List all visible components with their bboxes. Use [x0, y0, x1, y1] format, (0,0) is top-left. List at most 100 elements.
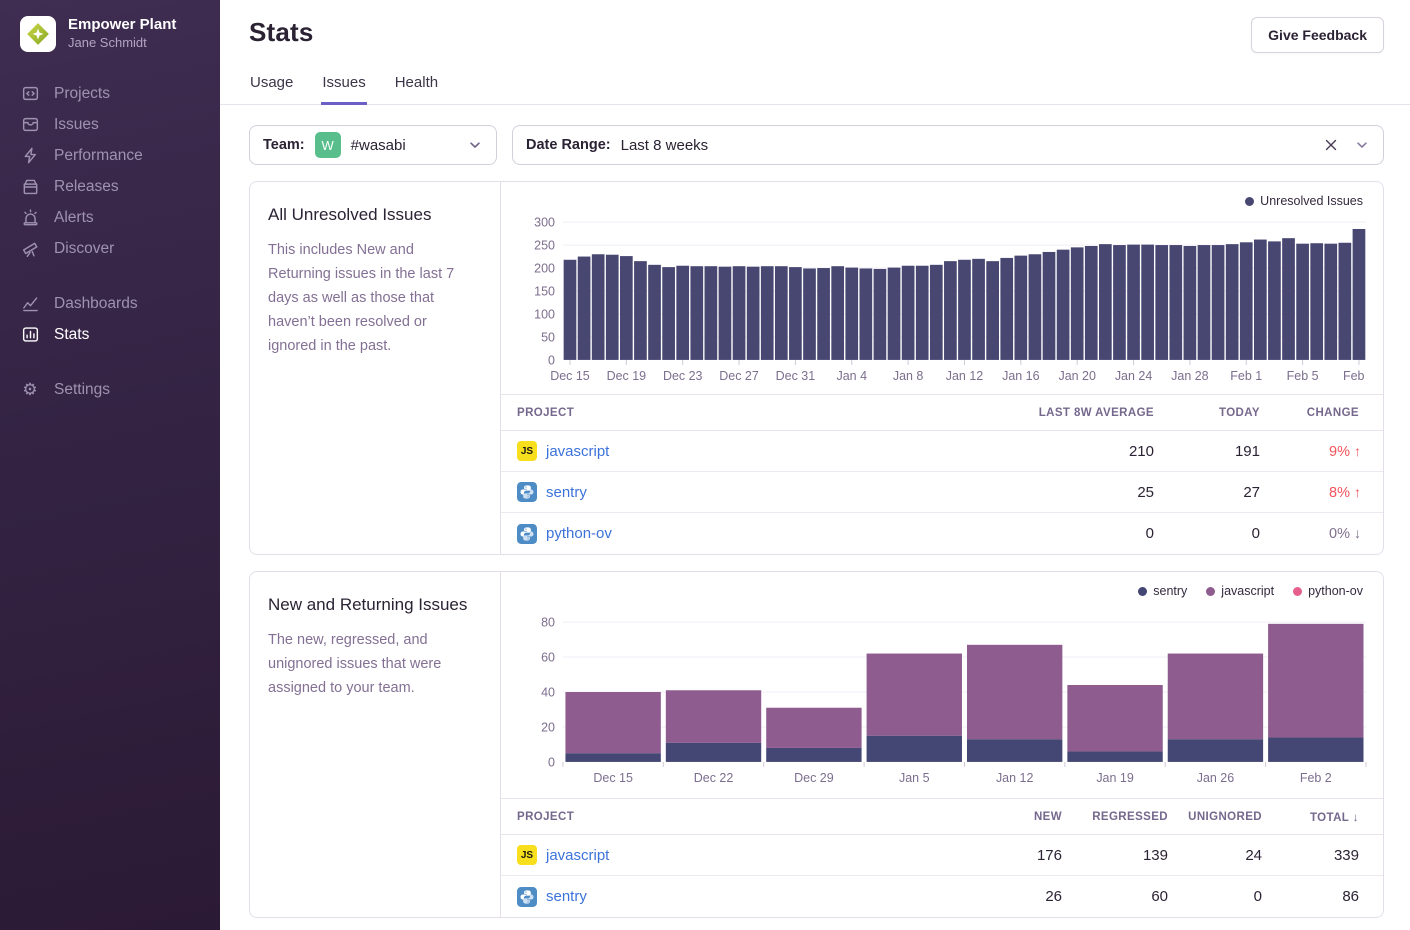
sidebar-item-alerts[interactable]: Alerts [20, 202, 220, 233]
tab-health[interactable]: Health [394, 68, 439, 105]
svg-text:Feb 1: Feb 1 [1230, 369, 1262, 383]
change-value: 9% ↑ [1260, 443, 1383, 460]
python-platform-icon [517, 482, 537, 502]
cell-value: 0 [1154, 525, 1260, 542]
org-logo-icon [20, 16, 56, 52]
project-link-javascript[interactable]: javascript [546, 443, 609, 460]
svg-text:Jan 8: Jan 8 [893, 369, 924, 383]
issues-icon [20, 115, 40, 135]
sidebar-item-dashboards[interactable]: Dashboards [20, 288, 220, 319]
legend-dot-icon [1245, 197, 1254, 206]
stats-icon [20, 325, 40, 345]
svg-text:Dec 27: Dec 27 [719, 369, 759, 383]
sidebar-item-settings[interactable]: ⚙Settings [20, 374, 220, 405]
svg-text:Dec 19: Dec 19 [607, 369, 647, 383]
chevron-down-icon [1354, 137, 1370, 153]
project-link-sentry[interactable]: sentry [546, 484, 587, 501]
project-link-python-ov[interactable]: python-ov [546, 525, 612, 542]
cell-value: 176 [942, 847, 1062, 864]
svg-text:300: 300 [534, 216, 555, 230]
date-range-value: Last 8 weeks [621, 137, 709, 154]
chart-legend: Unresolved Issues [517, 192, 1367, 210]
cell-value: 26 [942, 888, 1062, 905]
panel-all-unresolved-issues: All Unresolved Issues This includes New … [249, 181, 1384, 555]
unresolved-issues-table: PROJECTLAST 8W AVERAGETODAYCHANGE JS javas… [501, 394, 1383, 554]
sidebar-item-stats[interactable]: Stats [20, 319, 220, 350]
cell-value: 86 [1262, 888, 1383, 905]
javascript-platform-icon: JS [517, 845, 537, 865]
tab-usage[interactable]: Usage [249, 68, 294, 105]
page-title: Stats [249, 17, 314, 48]
trend-down-icon: ↓ [1354, 525, 1361, 541]
svg-text:Jan 4: Jan 4 [837, 369, 868, 383]
sidebar: Empower Plant Jane Schmidt ProjectsIssue… [0, 0, 220, 930]
filter-bar: Team: W #wasabi Date Range: Last 8 weeks [220, 105, 1410, 165]
new-returning-issues-chart[interactable]: 020406080Dec 15Dec 22Dec 29Jan 5Jan 12Ja… [517, 600, 1367, 792]
sidebar-item-projects[interactable]: Projects [20, 78, 220, 109]
team-select[interactable]: Team: W #wasabi [249, 125, 497, 165]
legend-item-python-ov[interactable]: python-ov [1293, 584, 1363, 598]
table-row: JSjavascript17613924339 [501, 835, 1383, 876]
table-header-row: PROJECTLAST 8W AVERAGETODAYCHANGE [501, 394, 1383, 431]
change-value: 8% ↑ [1260, 484, 1383, 501]
clear-icon[interactable] [1320, 134, 1342, 156]
svg-text:Dec 15: Dec 15 [550, 369, 590, 383]
svg-text:Jan 5: Jan 5 [899, 771, 930, 785]
main-content: Stats Give Feedback Usage Issues Health Te… [220, 0, 1410, 930]
give-feedback-button[interactable]: Give Feedback [1251, 17, 1384, 53]
cell-value: 27 [1154, 484, 1260, 501]
column-header-total[interactable]: TOTAL ↓ [1262, 810, 1383, 824]
performance-icon [20, 146, 40, 166]
legend-item-unresolved-issues[interactable]: Unresolved Issues [1245, 194, 1363, 208]
svg-text:Feb 2: Feb 2 [1300, 771, 1332, 785]
column-header-today: TODAY [1154, 407, 1260, 419]
column-header-change: CHANGE [1260, 407, 1383, 419]
cell-value: 210 [934, 443, 1154, 460]
svg-text:Jan 12: Jan 12 [946, 369, 984, 383]
legend-dot-icon [1138, 587, 1147, 596]
svg-text:200: 200 [534, 262, 555, 276]
stats-tabs: Usage Issues Health [220, 68, 1410, 105]
svg-text:60: 60 [541, 651, 555, 665]
releases-icon [20, 177, 40, 197]
discover-icon [20, 239, 40, 259]
svg-text:250: 250 [534, 239, 555, 253]
sidebar-nav: ProjectsIssuesPerformanceReleasesAlertsD… [20, 78, 220, 405]
legend-item-sentry[interactable]: sentry [1138, 584, 1187, 598]
project-link-sentry[interactable]: sentry [546, 888, 587, 905]
sidebar-item-issues[interactable]: Issues [20, 109, 220, 140]
alerts-icon [20, 208, 40, 228]
date-range-select[interactable]: Date Range: Last 8 weeks [512, 125, 1384, 165]
svg-text:50: 50 [541, 330, 555, 344]
project-link-javascript[interactable]: javascript [546, 847, 609, 864]
svg-text:Dec 22: Dec 22 [694, 771, 734, 785]
column-header-last-8w-average: LAST 8W AVERAGE [934, 407, 1154, 419]
unresolved-issues-chart[interactable]: 050100150200250300Dec 15Dec 19Dec 23Dec … [517, 210, 1367, 388]
panel-description: The new, regressed, and unignored issues… [268, 628, 478, 700]
cell-value: 60 [1062, 888, 1168, 905]
svg-text:Jan 20: Jan 20 [1058, 369, 1096, 383]
sidebar-item-performance[interactable]: Performance [20, 140, 220, 171]
svg-text:Feb 9: Feb 9 [1343, 369, 1367, 383]
new-returning-issues-table: PROJECTNEWREGRESSEDUNIGNOREDTOTAL ↓ JS jav… [501, 798, 1383, 917]
legend-item-javascript[interactable]: javascript [1206, 584, 1274, 598]
svg-text:Jan 16: Jan 16 [1002, 369, 1040, 383]
cell-value: 191 [1154, 443, 1260, 460]
projects-icon [20, 84, 40, 104]
org-switcher[interactable]: Empower Plant Jane Schmidt [20, 16, 220, 52]
javascript-platform-icon: JS [517, 441, 537, 461]
org-name: Empower Plant [68, 16, 176, 35]
cell-value: 25 [934, 484, 1154, 501]
svg-text:Jan 28: Jan 28 [1171, 369, 1209, 383]
column-header-new: NEW [942, 811, 1062, 823]
sidebar-item-releases[interactable]: Releases [20, 171, 220, 202]
svg-text:Dec 15: Dec 15 [593, 771, 633, 785]
tab-issues[interactable]: Issues [321, 68, 366, 105]
date-range-label: Date Range: [526, 137, 611, 153]
sidebar-item-discover[interactable]: Discover [20, 233, 220, 264]
column-header-unignored: UNIGNORED [1168, 811, 1262, 823]
chart-legend: sentry javascript python-ov [517, 582, 1367, 600]
table-header-row: PROJECTNEWREGRESSEDUNIGNOREDTOTAL ↓ [501, 798, 1383, 835]
python-platform-icon [517, 887, 537, 907]
svg-text:40: 40 [541, 685, 555, 699]
